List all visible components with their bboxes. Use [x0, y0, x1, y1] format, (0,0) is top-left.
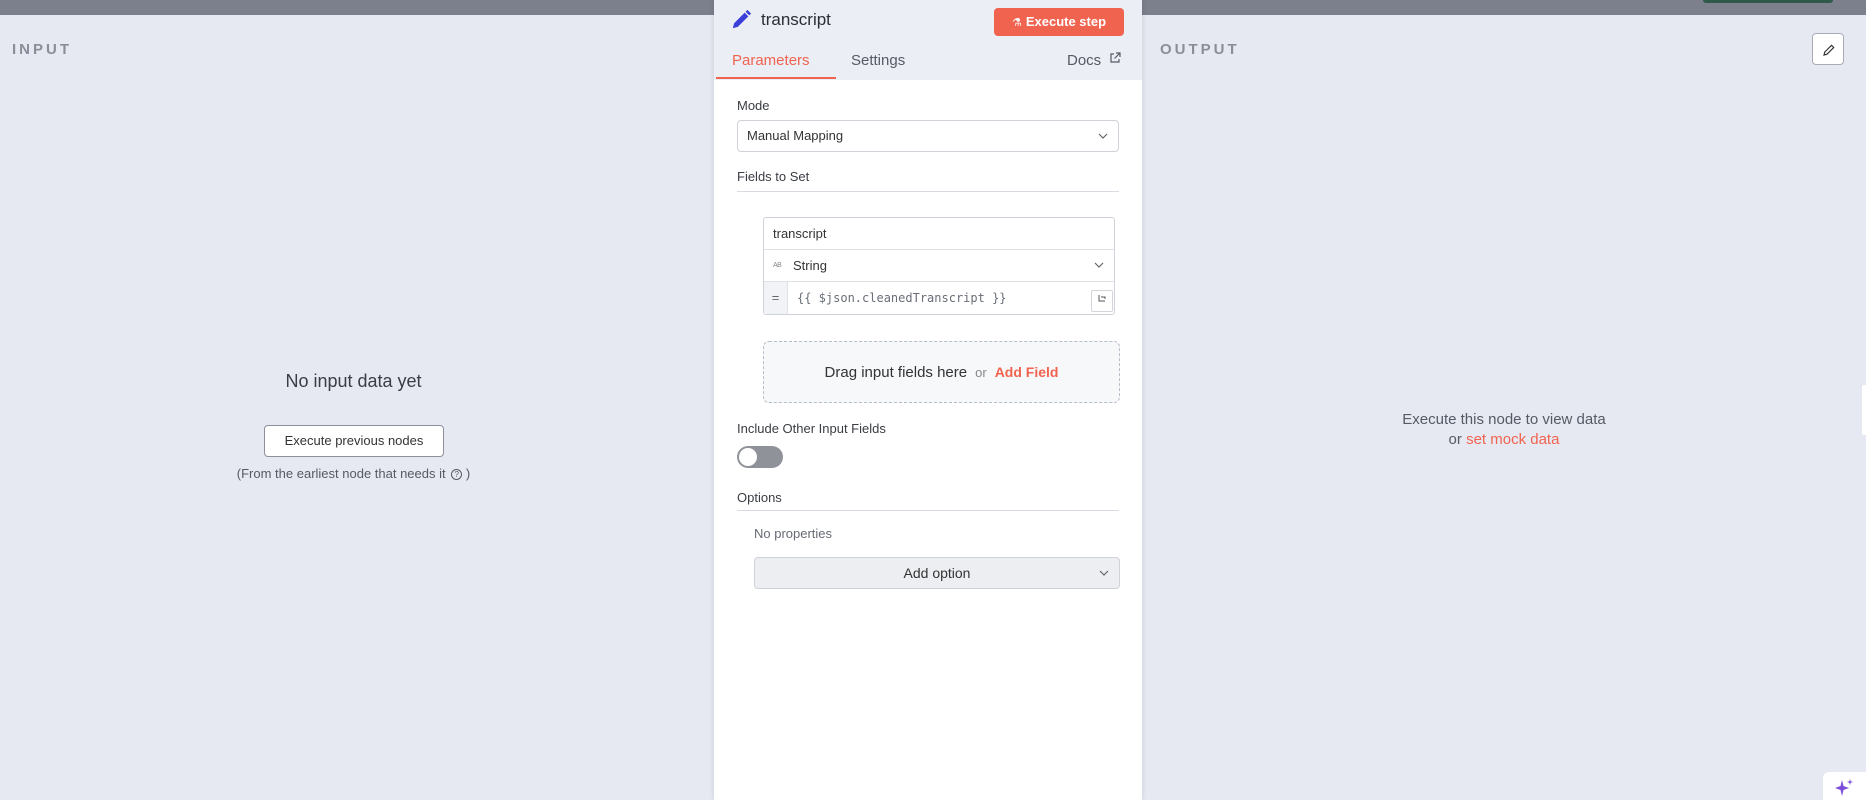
panel-header: transcript ⚗ Execute step Parameters Sett…	[714, 0, 1142, 80]
help-icon[interactable]: ?	[451, 469, 463, 480]
field-card: transcript AB String = {{ $json.cleanedT…	[763, 217, 1115, 315]
drop-zone-text: Drag input fields here	[824, 364, 968, 381]
toggle-knob	[739, 448, 757, 466]
sparkle-icon	[1835, 779, 1853, 796]
fields-divider	[737, 191, 1119, 192]
add-option-label: Add option	[903, 565, 971, 581]
output-message-line-2: or set mock data	[1142, 430, 1866, 450]
pencil-icon	[732, 9, 752, 29]
input-pane-label: INPUT	[12, 41, 72, 58]
drop-zone-or: or	[975, 365, 987, 380]
chevron-down-icon	[1094, 262, 1104, 268]
input-hint: (From the earliest node that needs it ? …	[0, 466, 707, 481]
include-other-fields-label: Include Other Input Fields	[737, 421, 886, 436]
expression-icon[interactable]	[1091, 290, 1113, 312]
assistant-button[interactable]	[1823, 772, 1866, 800]
tab-parameters[interactable]: Parameters	[732, 52, 810, 69]
no-properties-text: No properties	[754, 526, 833, 541]
node-settings-panel: transcript ⚗ Execute step Parameters Sett…	[714, 0, 1142, 800]
hint-suffix: )	[465, 466, 471, 481]
field-value-expression[interactable]: {{ $json.cleanedTranscript }}	[797, 282, 1007, 314]
chevron-down-icon	[1098, 133, 1108, 139]
fields-to-set-label: Fields to Set	[737, 169, 810, 184]
node-title[interactable]: transcript	[761, 10, 831, 30]
tab-docs[interactable]: Docs	[1067, 52, 1121, 69]
field-type-value: String	[793, 258, 827, 273]
string-type-icon: AB	[773, 262, 782, 269]
options-label: Options	[737, 490, 782, 505]
output-pane: OUTPUT Execute this node to view data or…	[1142, 15, 1866, 800]
top-bar-button[interactable]	[1703, 0, 1833, 3]
field-value-row: = {{ $json.cleanedTranscript }}	[764, 282, 1114, 314]
mode-select[interactable]: Manual Mapping	[737, 120, 1119, 152]
output-empty-message: Execute this node to view data or set mo…	[1142, 410, 1866, 450]
no-input-title: No input data yet	[285, 371, 422, 391]
scroll-handle[interactable]	[1862, 385, 1866, 435]
set-mock-data-link[interactable]: set mock data	[1466, 431, 1559, 448]
drop-zone[interactable]: Drag input fields here or Add Field	[763, 341, 1120, 403]
output-message-line: Execute this node to view data	[1402, 411, 1606, 428]
output-pane-label: OUTPUT	[1160, 41, 1240, 58]
mode-label: Mode	[737, 98, 770, 113]
hint-text: (From the earliest node that needs it	[236, 466, 446, 481]
field-type-select[interactable]: AB String	[764, 250, 1114, 282]
field-name-input[interactable]: transcript	[764, 218, 1114, 250]
tab-docs-label: Docs	[1067, 52, 1102, 69]
include-other-fields-toggle[interactable]	[737, 446, 783, 468]
mode-value: Manual Mapping	[747, 128, 844, 143]
execute-previous-nodes-button[interactable]: Execute previous nodes	[264, 425, 444, 457]
active-tab-indicator	[716, 77, 836, 79]
add-field-link[interactable]: Add Field	[995, 364, 1059, 380]
edit-output-button[interactable]	[1812, 33, 1844, 65]
chevron-down-icon	[1099, 570, 1109, 576]
execute-step-label: Execute step	[1025, 14, 1107, 29]
add-option-button[interactable]: Add option	[754, 557, 1120, 589]
edit-icon	[1823, 44, 1835, 56]
output-message-or: or	[1448, 431, 1462, 448]
tab-settings[interactable]: Settings	[851, 52, 905, 69]
execute-step-button[interactable]: ⚗ Execute step	[994, 8, 1124, 36]
options-divider	[737, 510, 1119, 511]
input-pane: INPUT No input data yet Execute previous…	[0, 15, 714, 800]
flask-icon: ⚗	[1011, 17, 1022, 29]
external-link-icon	[1110, 52, 1121, 63]
expression-indicator: =	[764, 282, 788, 314]
